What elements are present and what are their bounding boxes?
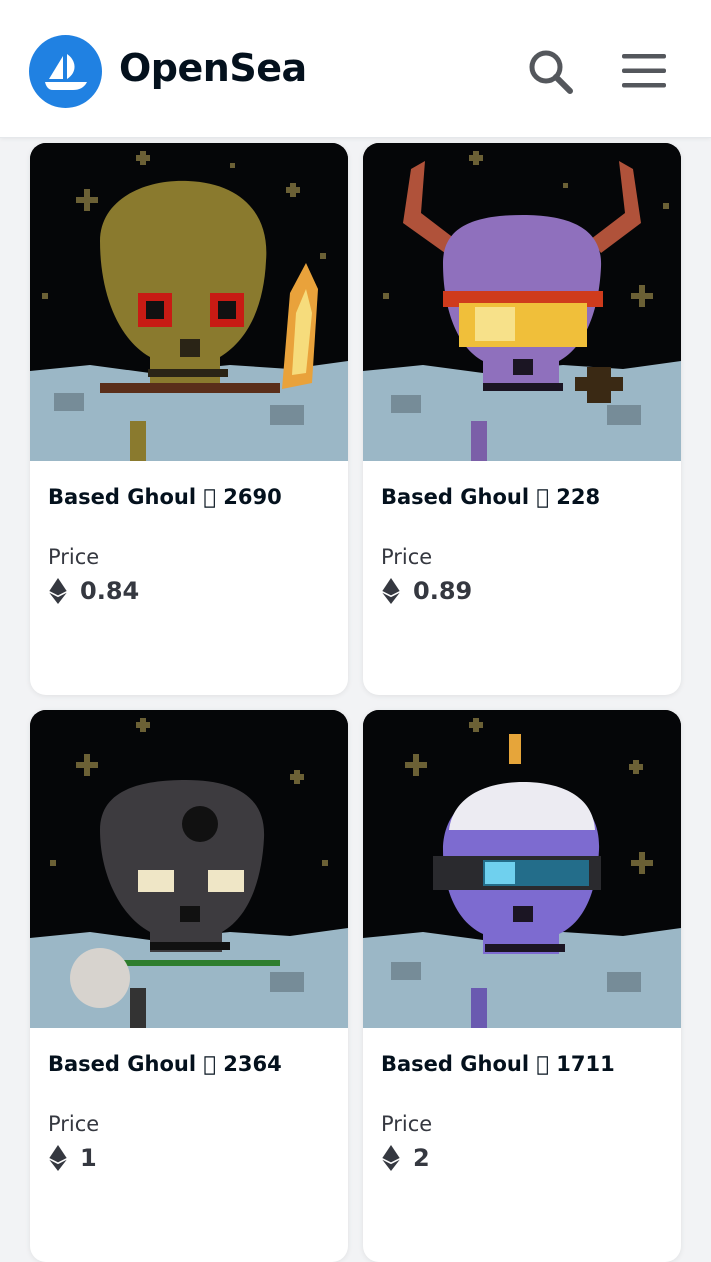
nft-card[interactable]: Based Ghoul   2364 Price 1 [30, 710, 348, 1262]
ethereum-icon [382, 1145, 400, 1171]
nft-image-ghoul-228[interactable] [363, 143, 681, 461]
boat-icon [44, 53, 87, 90]
nft-title[interactable]: Based Ghoul   1711 [381, 1052, 615, 1076]
top-navbar: OpenSea [0, 0, 711, 138]
ethereum-icon [382, 578, 400, 604]
price-label: Price [381, 1112, 433, 1136]
ethereum-icon [49, 1145, 67, 1171]
price-value: 1 [80, 1144, 97, 1172]
price-label: Price [48, 1112, 100, 1136]
price-value: 0.84 [80, 577, 140, 605]
nft-title[interactable]: Based Ghoul   2364 [48, 1052, 282, 1076]
price-label: Price [381, 545, 433, 569]
nft-image-ghoul-1711[interactable] [363, 710, 681, 1028]
opensea-logo[interactable] [29, 35, 102, 108]
price-label: Price [48, 545, 100, 569]
search-icon [529, 50, 573, 94]
menu-button[interactable] [620, 52, 670, 90]
nft-card[interactable]: Based Ghoul   228 Price 0.89 [363, 143, 681, 695]
nft-image-ghoul-2690[interactable] [30, 143, 348, 461]
ethereum-icon [49, 578, 67, 604]
nft-title[interactable]: Based Ghoul   2690 [48, 485, 282, 509]
price-value: 2 [413, 1144, 430, 1172]
nft-card[interactable]: Based Ghoul   2690 Price 0.84 [30, 143, 348, 695]
brand-name[interactable]: OpenSea [119, 46, 307, 90]
price-value: 0.89 [413, 577, 473, 605]
nft-image-ghoul-2364[interactable] [30, 710, 348, 1028]
nft-card[interactable]: Based Ghoul   1711 Price 2 [363, 710, 681, 1262]
nft-title[interactable]: Based Ghoul   228 [381, 485, 600, 509]
search-button[interactable] [524, 45, 576, 97]
hamburger-menu-icon [622, 54, 666, 88]
